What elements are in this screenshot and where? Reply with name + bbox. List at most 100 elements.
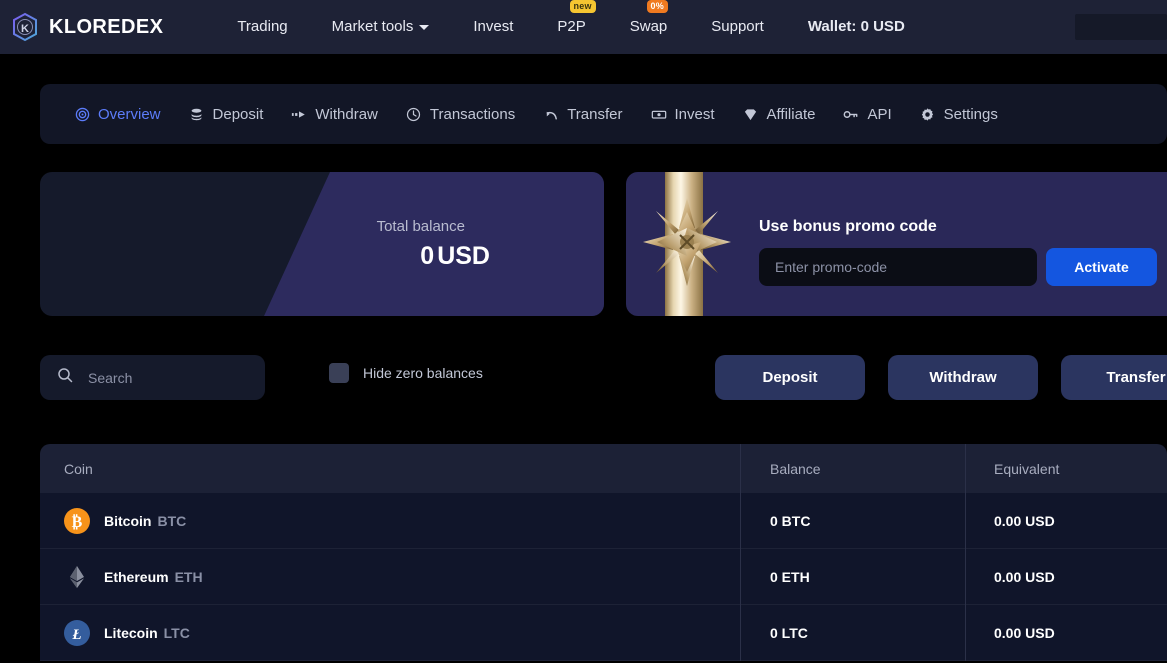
tab-label: Affiliate bbox=[766, 105, 816, 123]
wallet-tabbar: Overview Deposit Withdraw Transactions T… bbox=[40, 84, 1167, 144]
tab-withdraw[interactable]: Withdraw bbox=[277, 106, 392, 123]
coin-cell: Ethereum ETH bbox=[40, 549, 740, 605]
arrow-right-dots-icon bbox=[291, 106, 307, 122]
coin-cell: Ł Litecoin LTC bbox=[40, 605, 740, 661]
promo-card-title: Use bonus promo code bbox=[759, 218, 937, 235]
coin-name: Bitcoin bbox=[104, 512, 152, 529]
table-header-row: Coin Balance Equivalent bbox=[40, 444, 1167, 493]
nav-item-market-tools[interactable]: Market tools bbox=[310, 0, 452, 54]
coin-equivalent: 0.00 USD bbox=[965, 548, 1167, 605]
tab-overview[interactable]: Overview bbox=[60, 106, 175, 123]
tab-label: Overview bbox=[98, 105, 161, 123]
coin-equivalent: 0.00 USD bbox=[965, 492, 1167, 549]
coin-balance: 0 LTC bbox=[740, 604, 965, 661]
banknote-icon bbox=[651, 106, 667, 122]
column-header-equivalent: Equivalent bbox=[965, 444, 1167, 493]
nav-label: Swap bbox=[629, 18, 668, 35]
balances-table: Coin Balance Equivalent ₿ Bitcoin BTC 0 B… bbox=[40, 444, 1167, 661]
key-icon bbox=[843, 106, 859, 122]
gift-bow-icon bbox=[639, 194, 735, 290]
svg-text:₿: ₿ bbox=[72, 513, 83, 531]
coin-symbol: LTC bbox=[163, 624, 190, 641]
activate-promo-button[interactable]: Activate bbox=[1046, 248, 1157, 286]
nav-item-invest[interactable]: Invest bbox=[451, 0, 535, 54]
deposit-button[interactable]: Deposit bbox=[715, 355, 865, 400]
wallet-overview-page: K KLOREDEX Trading Market tools Invest n… bbox=[0, 0, 1167, 663]
tab-label: Settings bbox=[943, 105, 998, 123]
table-row[interactable]: Ethereum ETH 0 ETH 0.00 USD bbox=[40, 548, 1167, 605]
tab-affiliate[interactable]: Affiliate bbox=[729, 106, 830, 123]
table-row[interactable]: ₿ Bitcoin BTC 0 BTC 0.00 USD bbox=[40, 492, 1167, 549]
chevron-down-icon bbox=[419, 24, 430, 30]
coin-cell: ₿ Bitcoin BTC bbox=[40, 493, 740, 549]
svg-text:K: K bbox=[21, 23, 29, 35]
nav-badge-percent: 0% bbox=[646, 0, 668, 13]
nav-label: Support bbox=[711, 18, 764, 35]
nav-item-swap[interactable]: 0% Swap bbox=[608, 0, 690, 54]
diamond-icon bbox=[743, 106, 759, 122]
coin-symbol: ETH bbox=[174, 568, 203, 585]
column-header-balance: Balance bbox=[740, 444, 965, 493]
hide-zero-balances-toggle[interactable]: Hide zero balances bbox=[329, 363, 483, 383]
database-icon bbox=[189, 106, 205, 122]
column-header-coin: Coin bbox=[64, 460, 93, 477]
coin-name: Litecoin bbox=[104, 624, 158, 641]
table-row[interactable]: Ł Litecoin LTC 0 LTC 0.00 USD bbox=[40, 604, 1167, 661]
transfer-button[interactable]: Transfer bbox=[1061, 355, 1167, 400]
tab-label: Transfer bbox=[567, 105, 623, 123]
total-balance-value: 0 USD bbox=[420, 242, 490, 271]
main-nav: Trading Market tools Invest new P2P 0% S… bbox=[215, 0, 926, 54]
gear-icon bbox=[920, 106, 936, 122]
nav-label: Invest bbox=[473, 18, 514, 35]
total-balance-label: Total balance bbox=[376, 218, 465, 235]
total-balance-currency: USD bbox=[437, 242, 490, 270]
target-icon bbox=[74, 106, 90, 122]
tab-label: Transactions bbox=[429, 105, 516, 123]
site-header: K KLOREDEX Trading Market tools Invest n… bbox=[0, 0, 1167, 54]
tab-label: Withdraw bbox=[315, 105, 378, 123]
nav-label: P2P bbox=[557, 18, 586, 35]
tab-label: Deposit bbox=[212, 105, 264, 123]
hexagon-k-logo-icon: K bbox=[10, 12, 40, 42]
brand-name: KLOREDEX bbox=[49, 15, 164, 38]
tab-label: API bbox=[867, 105, 892, 123]
clock-icon bbox=[406, 106, 422, 122]
total-balance-amount: 0 bbox=[420, 242, 435, 270]
tab-invest[interactable]: Invest bbox=[637, 106, 729, 123]
tab-transfer[interactable]: Transfer bbox=[529, 106, 636, 123]
nav-badge-new: new bbox=[569, 0, 596, 13]
nav-label: Market tools bbox=[331, 18, 414, 35]
promo-code-input[interactable] bbox=[759, 248, 1037, 286]
wallet-action-buttons: Deposit Withdraw Transfer bbox=[715, 355, 1167, 400]
coin-balance: 0 BTC bbox=[740, 492, 965, 549]
header-account-placeholder[interactable] bbox=[1075, 14, 1167, 40]
brand-logo[interactable]: K KLOREDEX bbox=[10, 12, 163, 42]
tab-transactions[interactable]: Transactions bbox=[392, 106, 529, 123]
tab-deposit[interactable]: Deposit bbox=[175, 106, 278, 123]
hide-zero-checkbox[interactable] bbox=[329, 363, 349, 383]
bitcoin-icon: ₿ bbox=[64, 507, 90, 534]
svg-text:Ł: Ł bbox=[71, 627, 81, 643]
nav-item-trading[interactable]: Trading bbox=[215, 0, 309, 54]
coin-name: Ethereum bbox=[104, 568, 169, 585]
promo-code-card: Use bonus promo code Activate bbox=[626, 172, 1167, 316]
tab-label: Invest bbox=[674, 105, 715, 123]
nav-item-support[interactable]: Support bbox=[689, 0, 786, 54]
coin-symbol: BTC bbox=[157, 512, 187, 529]
coin-balance: 0 ETH bbox=[740, 548, 965, 605]
wallet-balance-link[interactable]: Wallet: 0 USD bbox=[786, 0, 927, 54]
litecoin-icon: Ł bbox=[64, 619, 90, 646]
arrow-reply-icon bbox=[543, 106, 559, 122]
total-balance-card: Total balance 0 USD bbox=[40, 172, 604, 316]
withdraw-button[interactable]: Withdraw bbox=[888, 355, 1038, 400]
search-input[interactable] bbox=[88, 369, 238, 386]
nav-label: Trading bbox=[237, 18, 288, 35]
tab-api[interactable]: API bbox=[829, 106, 905, 123]
nav-item-p2p[interactable]: new P2P bbox=[535, 0, 607, 54]
tab-settings[interactable]: Settings bbox=[906, 106, 1012, 123]
hide-zero-label: Hide zero balances bbox=[363, 365, 483, 381]
coin-equivalent: 0.00 USD bbox=[965, 604, 1167, 661]
search-icon bbox=[57, 367, 73, 388]
ethereum-icon bbox=[64, 564, 90, 590]
search-box[interactable] bbox=[40, 355, 265, 400]
